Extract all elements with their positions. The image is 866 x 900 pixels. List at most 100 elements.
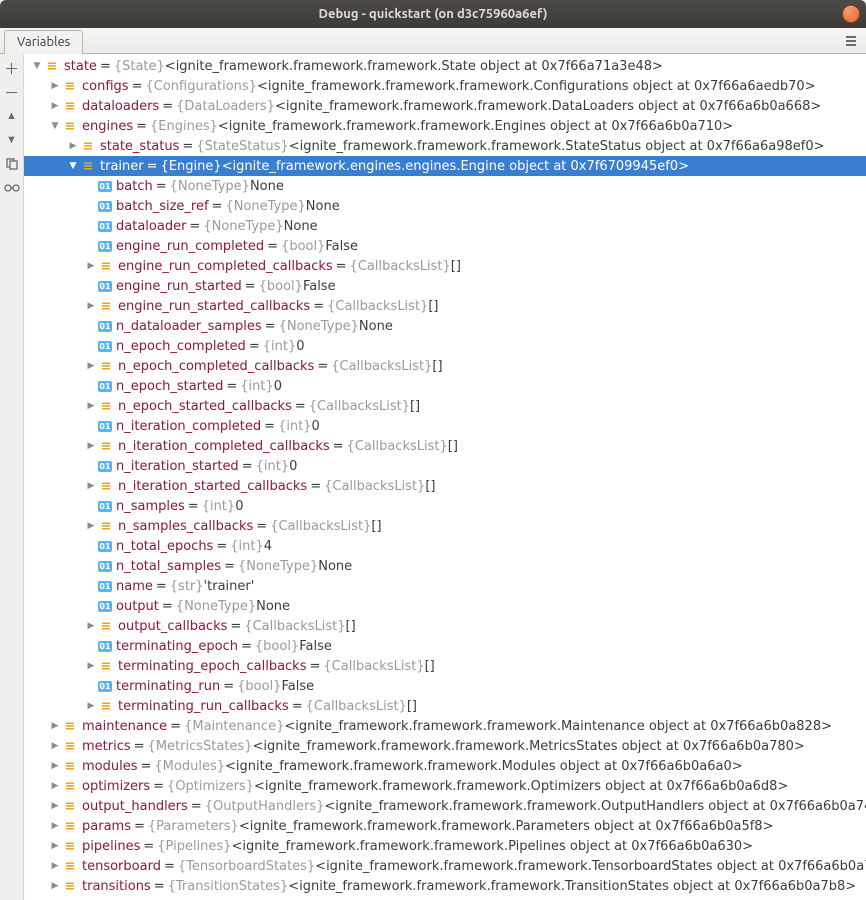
tree-row-name[interactable]: ▶name = {str} 'trainer' [24, 576, 866, 596]
expand-icon[interactable]: ▶ [48, 741, 62, 751]
tree-row-dataloader[interactable]: ▶dataloader = {NoneType} None [24, 216, 866, 236]
expand-icon[interactable]: ▶ [48, 801, 62, 811]
tree-row-output_handlers[interactable]: ▶output_handlers = {OutputHandlers} <ign… [24, 796, 866, 816]
add-watch-button[interactable]: ＋ [2, 58, 22, 78]
expand-icon[interactable]: ▶ [66, 141, 80, 151]
tree-row-transitions[interactable]: ▶transitions = {TransitionStates} <ignit… [24, 876, 866, 896]
tree-row-engine_run_started_callbacks[interactable]: ▶engine_run_started_callbacks = {Callbac… [24, 296, 866, 316]
object-icon [98, 359, 114, 373]
expand-icon[interactable]: ▶ [84, 661, 98, 671]
variable-type: {CallbacksList} [347, 439, 448, 454]
tree-row-terminating_epoch[interactable]: ▶terminating_epoch = {bool} False [24, 636, 866, 656]
tree-row-metrics[interactable]: ▶metrics = {MetricsStates} <ignite_frame… [24, 736, 866, 756]
tree-row-output[interactable]: ▶output = {NoneType} None [24, 596, 866, 616]
expand-icon[interactable]: ▶ [84, 261, 98, 271]
tree-row-n_epoch_started[interactable]: ▶n_epoch_started = {int} 0 [24, 376, 866, 396]
tree-row-maintenance[interactable]: ▶maintenance = {Maintenance} <ignite_fra… [24, 716, 866, 736]
expand-icon[interactable]: ▶ [84, 621, 98, 631]
primitive-icon [98, 421, 112, 432]
tree-row-engine_run_completed[interactable]: ▶engine_run_completed = {bool} False [24, 236, 866, 256]
expand-icon[interactable]: ▶ [48, 821, 62, 831]
primitive-icon [98, 681, 112, 692]
tree-row-n_total_samples[interactable]: ▶n_total_samples = {NoneType} None [24, 556, 866, 576]
tree-row-optimizers[interactable]: ▶optimizers = {Optimizers} <ignite_frame… [24, 776, 866, 796]
variable-value: None [256, 599, 290, 614]
variable-name: n_iteration_completed_callbacks [118, 439, 330, 454]
tree-row-n_iteration_completed[interactable]: ▶n_iteration_completed = {int} 0 [24, 416, 866, 436]
close-window-button[interactable] [842, 5, 860, 23]
tree-row-output_callbacks[interactable]: ▶output_callbacks = {CallbacksList} [] [24, 616, 866, 636]
tree-row-n_samples[interactable]: ▶n_samples = {int} 0 [24, 496, 866, 516]
variable-name: terminating_run [116, 679, 220, 694]
tree-row-batch[interactable]: ▶batch = {NoneType} None [24, 176, 866, 196]
primitive-icon [98, 501, 112, 512]
remove-watch-button[interactable]: － [2, 82, 22, 102]
tree-row-modules[interactable]: ▶modules = {Modules} <ignite_framework.f… [24, 756, 866, 776]
up-button[interactable]: ▲ [2, 106, 22, 126]
object-icon [62, 739, 78, 753]
expand-icon[interactable]: ▶ [84, 441, 98, 451]
tree-row-n_samples_callbacks[interactable]: ▶n_samples_callbacks = {CallbacksList} [… [24, 516, 866, 536]
object-icon [62, 99, 78, 113]
expand-icon[interactable]: ▶ [84, 361, 98, 371]
variable-name: engine_run_started_callbacks [118, 299, 310, 314]
tree-row-params[interactable]: ▶params = {Parameters} <ignite_framework… [24, 816, 866, 836]
tree-row-pipelines[interactable]: ▶pipelines = {Pipelines} <ignite_framewo… [24, 836, 866, 856]
tree-row-n_epoch_completed[interactable]: ▶n_epoch_completed = {int} 0 [24, 336, 866, 356]
glasses-button[interactable] [2, 178, 22, 198]
expand-icon[interactable]: ▶ [48, 761, 62, 771]
variable-name: transitions [82, 879, 151, 894]
tree-row-n_iteration_started_callbacks[interactable]: ▶n_iteration_started_callbacks = {Callba… [24, 476, 866, 496]
tree-row-trainer[interactable]: ▼trainer = {Engine} <ignite_framework.en… [24, 156, 866, 176]
tree-row-terminating_epoch_callbacks[interactable]: ▶terminating_epoch_callbacks = {Callback… [24, 656, 866, 676]
variable-value: <ignite_framework.framework.framework.Pa… [239, 819, 774, 834]
variables-tree[interactable]: ▼state = {State} <ignite_framework.frame… [24, 54, 866, 900]
tree-row-n_epoch_completed_callbacks[interactable]: ▶n_epoch_completed_callbacks = {Callback… [24, 356, 866, 376]
tree-row-state_status[interactable]: ▶state_status = {StateStatus} <ignite_fr… [24, 136, 866, 156]
collapse-icon[interactable]: ▼ [48, 121, 62, 131]
expand-icon[interactable]: ▶ [84, 481, 98, 491]
variable-name: engine_run_completed_callbacks [118, 259, 333, 274]
tree-row-n_epoch_started_callbacks[interactable]: ▶n_epoch_started_callbacks = {CallbacksL… [24, 396, 866, 416]
tab-variables[interactable]: Variables [4, 30, 83, 54]
expand-icon[interactable]: ▶ [84, 521, 98, 531]
tree-row-batch_size_ref[interactable]: ▶batch_size_ref = {NoneType} None [24, 196, 866, 216]
expand-icon[interactable]: ▶ [48, 881, 62, 891]
expand-icon[interactable]: ▶ [48, 721, 62, 731]
tree-row-terminating_run_callbacks[interactable]: ▶terminating_run_callbacks = {CallbacksL… [24, 696, 866, 716]
tree-row-dataloaders[interactable]: ▶dataloaders = {DataLoaders} <ignite_fra… [24, 96, 866, 116]
copy-button[interactable] [2, 154, 22, 174]
variable-value: 0 [235, 499, 243, 514]
expand-icon[interactable]: ▶ [48, 781, 62, 791]
variable-value: [] [448, 439, 458, 454]
tree-row-state[interactable]: ▼state = {State} <ignite_framework.frame… [24, 56, 866, 76]
expand-icon[interactable]: ▶ [84, 301, 98, 311]
tree-row-engine_run_started[interactable]: ▶engine_run_started = {bool} False [24, 276, 866, 296]
tree-row-engine_run_completed_callbacks[interactable]: ▶engine_run_completed_callbacks = {Callb… [24, 256, 866, 276]
tree-row-configs[interactable]: ▶configs = {Configurations} <ignite_fram… [24, 76, 866, 96]
expand-icon[interactable]: ▶ [48, 101, 62, 111]
tree-row-engines[interactable]: ▼engines = {Engines} <ignite_framework.f… [24, 116, 866, 136]
collapse-icon[interactable]: ▼ [66, 161, 80, 171]
expand-icon[interactable]: ▶ [84, 401, 98, 411]
variable-type: {Configurations} [145, 79, 256, 94]
variable-value: [] [425, 659, 435, 674]
expand-icon[interactable]: ▶ [48, 841, 62, 851]
variable-type: {CallbacksList} [327, 299, 428, 314]
expand-icon[interactable]: ▶ [48, 81, 62, 91]
down-button[interactable]: ▼ [2, 130, 22, 150]
tree-row-tensorboard[interactable]: ▶tensorboard = {TensorboardStates} <igni… [24, 856, 866, 876]
variable-value: <ignite_framework.framework.framework.Pi… [231, 839, 753, 854]
expand-icon[interactable]: ▶ [48, 861, 62, 871]
collapse-icon[interactable]: ▼ [30, 61, 44, 71]
tree-row-n_iteration_completed_callbacks[interactable]: ▶n_iteration_completed_callbacks = {Call… [24, 436, 866, 456]
variable-value: 0 [312, 419, 320, 434]
variable-type: {MetricsStates} [148, 739, 253, 754]
variable-value: <ignite_framework.framework.framework.Da… [275, 99, 821, 114]
tree-row-n_iteration_started[interactable]: ▶n_iteration_started = {int} 0 [24, 456, 866, 476]
tree-row-n_total_epochs[interactable]: ▶n_total_epochs = {int} 4 [24, 536, 866, 556]
tree-row-terminating_run[interactable]: ▶terminating_run = {bool} False [24, 676, 866, 696]
tree-row-n_dataloader_samples[interactable]: ▶n_dataloader_samples = {NoneType} None [24, 316, 866, 336]
panel-settings-button[interactable] [842, 32, 860, 50]
expand-icon[interactable]: ▶ [84, 701, 98, 711]
